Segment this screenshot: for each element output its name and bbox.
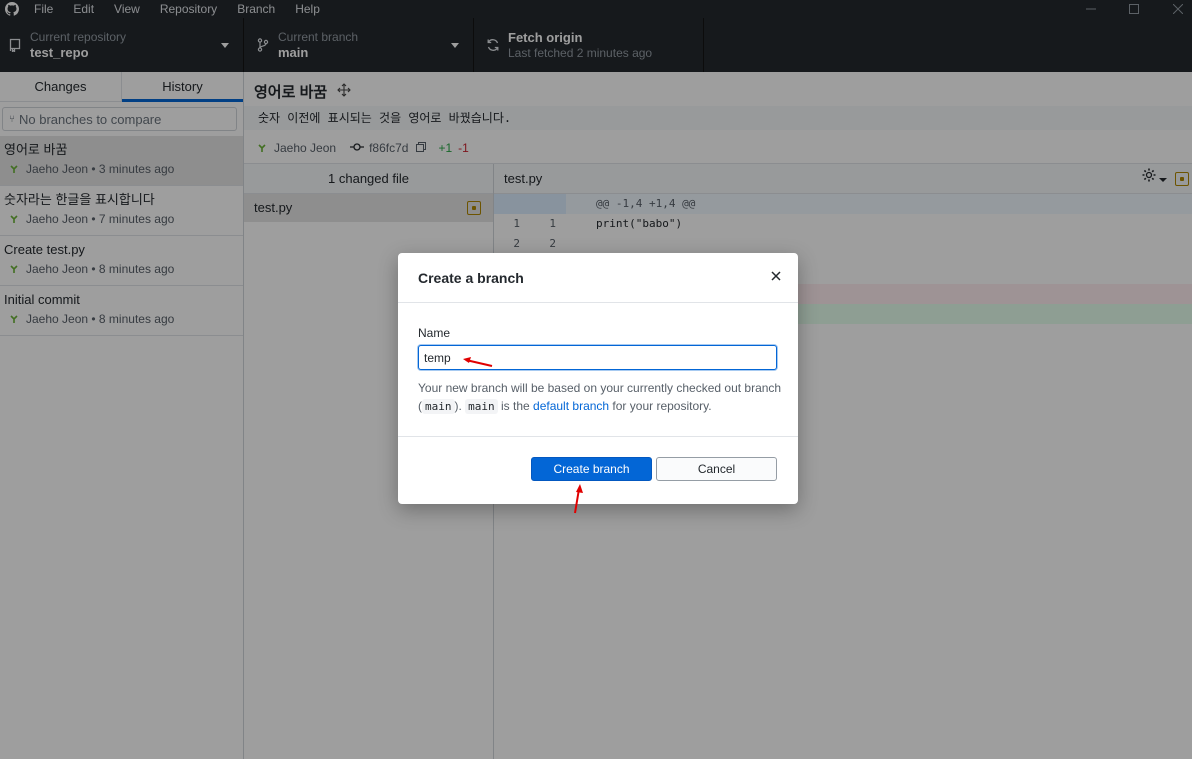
create-branch-button[interactable]: Create branch bbox=[531, 457, 652, 481]
help-text-part: is the bbox=[497, 399, 534, 413]
help-text-part: ). bbox=[454, 399, 466, 413]
create-branch-dialog: Create a branch Name Your new branch wil… bbox=[398, 253, 798, 504]
help-code-branch: main bbox=[422, 399, 455, 414]
cancel-button[interactable]: Cancel bbox=[656, 457, 777, 481]
default-branch-link[interactable]: default branch bbox=[533, 399, 609, 413]
help-text-part: for your repository. bbox=[609, 399, 712, 413]
dialog-title: Create a branch bbox=[418, 270, 524, 286]
annotation-arrow-icon bbox=[463, 357, 493, 367]
name-label: Name bbox=[418, 326, 451, 340]
branch-help-text: Your new branch will be based on your cu… bbox=[418, 379, 788, 416]
annotation-arrow-icon bbox=[574, 484, 583, 514]
close-icon[interactable] bbox=[768, 268, 784, 284]
help-code-default: main bbox=[465, 399, 498, 414]
